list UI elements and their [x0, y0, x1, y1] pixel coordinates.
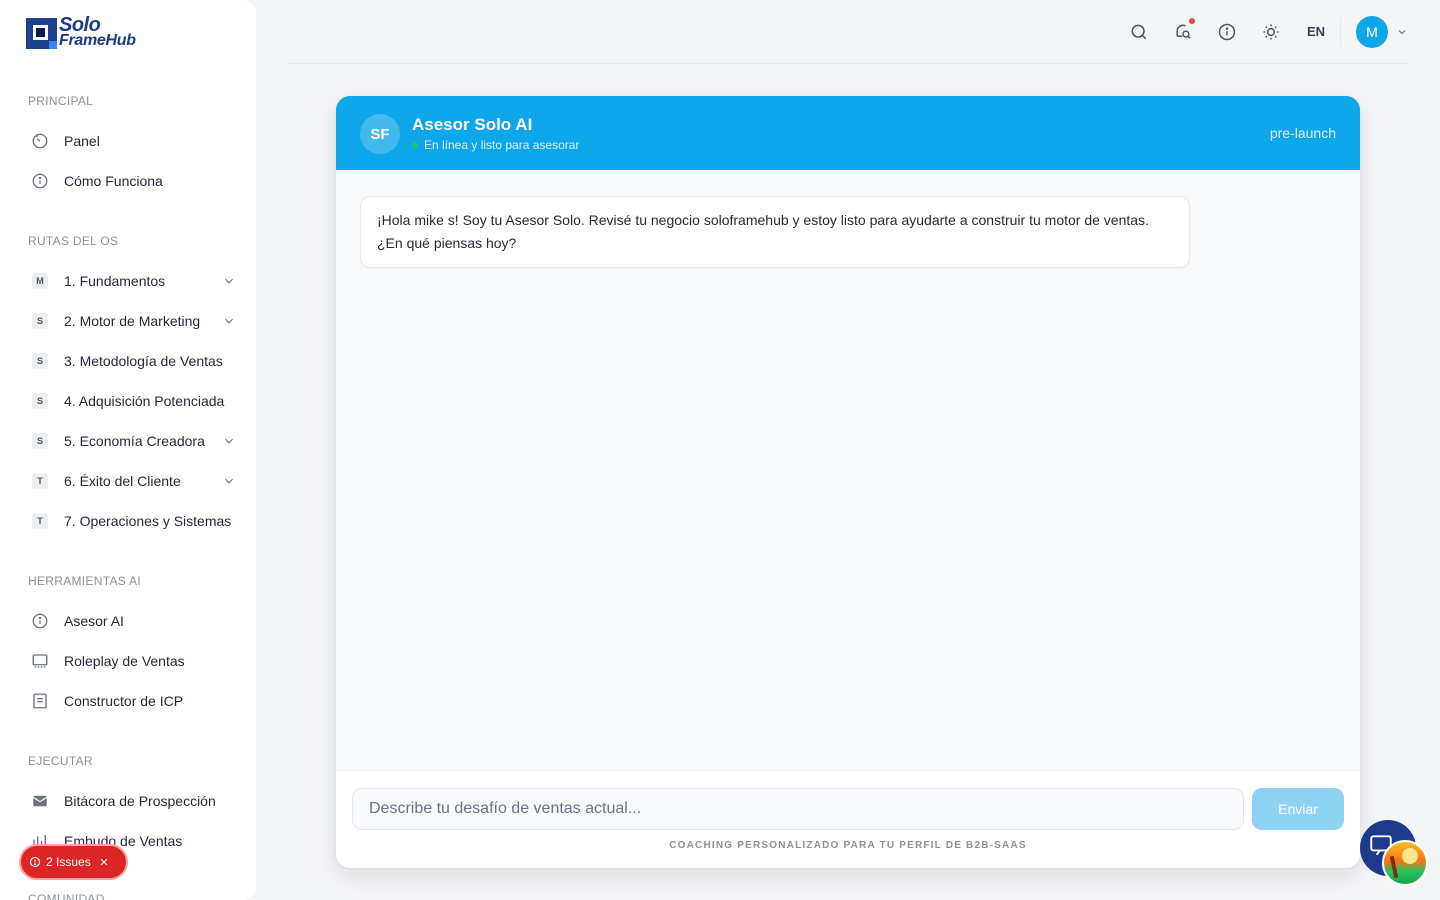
sidebar-item-label: Roleplay de Ventas — [64, 653, 185, 669]
sidebar-item-label: 2. Motor de Marketing — [64, 313, 201, 329]
chevron-down-icon[interactable] — [1396, 26, 1408, 38]
sidebar-item-label: Panel — [64, 133, 100, 149]
notifications-icon[interactable] — [1172, 18, 1195, 43]
sidebar-item-roleplay[interactable]: Roleplay de Ventas — [28, 645, 256, 677]
chevron-down-icon[interactable] — [222, 474, 236, 488]
sidebar-item-exito-cliente[interactable]: T 6. Éxito del Cliente — [28, 465, 256, 497]
sidebar-item-metodologia-ventas[interactable]: S 3. Metodología de Ventas — [28, 345, 256, 377]
sun-icon[interactable] — [1260, 21, 1282, 43]
send-button[interactable]: Enviar — [1252, 788, 1344, 830]
chat-input[interactable] — [352, 788, 1244, 830]
info-icon[interactable] — [1216, 21, 1238, 43]
language-toggle[interactable]: EN — [1307, 24, 1325, 39]
assistant-message: ¡Hola mike s! Soy tu Asesor Solo. Revisé… — [360, 196, 1190, 268]
chevron-down-icon[interactable] — [222, 274, 236, 288]
level-badge: S — [32, 313, 48, 329]
issues-label: 2 Issues — [46, 855, 91, 869]
gauge-icon — [28, 129, 52, 153]
top-bar-separator — [1340, 18, 1341, 46]
search-icon[interactable] — [1128, 21, 1150, 43]
level-badge: S — [32, 353, 48, 369]
brand-name-line2: FrameHub — [59, 32, 136, 49]
sidebar-item-label: Cómo Funciona — [64, 173, 163, 189]
logo-mark-icon — [26, 17, 57, 49]
sidebar-item-label: 5. Economía Creadora — [64, 433, 205, 449]
sidebar-item-label: 3. Metodología de Ventas — [64, 353, 223, 369]
level-badge: M — [32, 273, 48, 289]
sidebar-item-fundamentos[interactable]: M 1. Fundamentos — [28, 265, 256, 297]
sidebar-item-label: 6. Éxito del Cliente — [64, 473, 181, 489]
level-badge: T — [32, 513, 48, 529]
sidebar-item-adquisicion[interactable]: S 4. Adquisición Potenciada — [28, 385, 256, 417]
section-title-principal: PRINCIPAL — [28, 94, 94, 108]
alert-circle-icon — [29, 856, 41, 868]
sidebar-item-economia-creadora[interactable]: S 5. Economía Creadora — [28, 425, 256, 457]
sidebar-item-label: Asesor AI — [64, 613, 124, 629]
sidebar-item-asesor-ai[interactable]: Asesor AI — [28, 605, 256, 637]
assistant-avatar-image[interactable] — [1382, 840, 1428, 886]
top-bar-divider — [288, 63, 1408, 64]
chat-status: En línea y listo para asesorar — [412, 138, 579, 152]
sidebar-item-como-funciona[interactable]: Cómo Funciona — [28, 165, 256, 197]
brand-logo[interactable]: Solo FrameHub — [26, 14, 136, 49]
sidebar: Solo FrameHub PRINCIPAL Panel Cómo Funci… — [0, 0, 256, 900]
mail-icon — [28, 789, 52, 813]
brand-name-line1: Solo — [59, 14, 101, 36]
stage-label: pre-launch — [1269, 125, 1336, 141]
notification-dot — [1189, 18, 1195, 24]
sidebar-item-label: Constructor de ICP — [64, 693, 184, 709]
issues-badge[interactable]: 2 Issues — [19, 844, 128, 880]
document-icon — [28, 689, 52, 713]
chevron-down-icon[interactable] — [222, 314, 236, 328]
sidebar-item-label: 7. Operaciones y Sistemas — [64, 513, 232, 529]
sidebar-item-label: 4. Adquisición Potenciada — [64, 393, 225, 409]
close-icon[interactable] — [99, 857, 109, 867]
sidebar-item-constructor-icp[interactable]: Constructor de ICP — [28, 685, 256, 717]
sidebar-item-motor-marketing[interactable]: S 2. Motor de Marketing — [28, 305, 256, 337]
section-title-herramientas: HERRAMIENTAS AI — [28, 574, 141, 588]
advisor-avatar: SF — [360, 114, 400, 154]
user-avatar[interactable]: M — [1356, 16, 1388, 48]
level-badge: S — [32, 433, 48, 449]
chevron-down-icon[interactable] — [222, 434, 236, 448]
sidebar-item-label: 1. Fundamentos — [64, 273, 166, 289]
chat-status-text: En línea y listo para asesorar — [424, 138, 580, 152]
online-status-dot — [412, 142, 418, 148]
chat-composer: Enviar COACHING PERSONALIZADO PARA TU PE… — [336, 770, 1360, 868]
level-badge: T — [32, 473, 48, 489]
coaching-footnote: COACHING PERSONALIZADO PARA TU PERFIL DE… — [669, 840, 1027, 851]
sidebar-item-bitacora[interactable]: Bitácora de Prospección — [28, 785, 256, 817]
level-badge: S — [32, 393, 48, 409]
sidebar-item-operaciones[interactable]: T 7. Operaciones y Sistemas — [28, 505, 256, 537]
sidebar-item-panel[interactable]: Panel — [28, 125, 256, 157]
advisor-chat-panel: SF Asesor Solo AI En línea y listo para … — [336, 96, 1360, 868]
chat-header: SF Asesor Solo AI En línea y listo para … — [336, 96, 1360, 170]
section-title-rutas: RUTAS DEL OS — [28, 234, 119, 248]
sidebar-item-label: Bitácora de Prospección — [64, 793, 216, 809]
section-title-ejecutar: EJECUTAR — [28, 754, 93, 768]
info-icon — [28, 169, 52, 193]
section-title-comunidad: COMUNIDAD — [28, 892, 105, 900]
info-icon — [28, 609, 52, 633]
monitor-icon — [28, 649, 52, 673]
chat-title: Asesor Solo AI — [412, 115, 533, 134]
